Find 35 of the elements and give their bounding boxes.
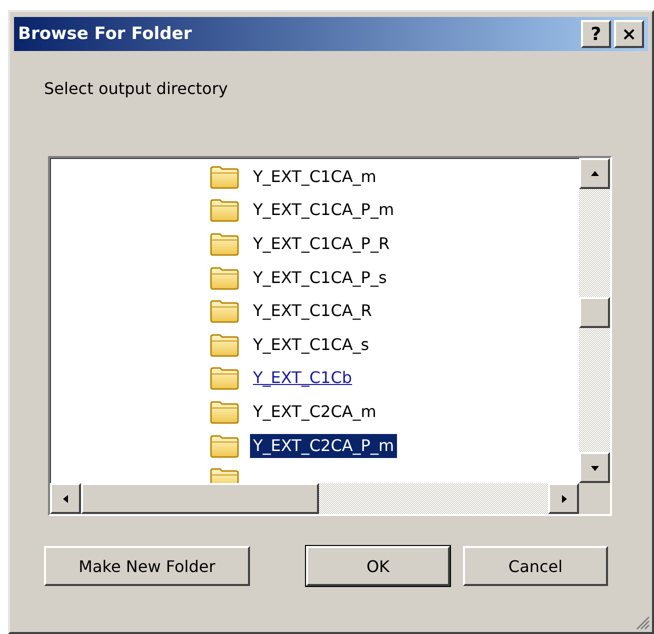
scroll-thumb[interactable] [579,297,610,328]
resize-grip-icon[interactable] [634,614,650,630]
scroll-thumb[interactable] [81,483,319,514]
folder-item[interactable]: Y_EXT_C1CA_m [250,164,380,189]
folder-icon [210,434,240,458]
scroll-up-button[interactable] [579,158,610,189]
vertical-scrollbar[interactable] [579,158,610,483]
folder-item[interactable]: Y_EXT_C2CA_P_m [250,434,398,458]
folder-item[interactable]: Y_EXT_C1CA_P_s [250,266,390,290]
dialog-button[interactable]: OK [306,546,450,586]
scroll-down-button[interactable] [579,452,610,483]
dialog-button[interactable]: Cancel [463,546,608,586]
scroll-left-button[interactable] [50,483,81,514]
folder-icon [210,299,240,324]
folder-item[interactable]: Y_EXT_C2CA_m [250,400,380,424]
scrollbar-corner [579,483,610,514]
folder-item[interactable]: Y_EXT_C1CA_P_R [250,232,393,256]
folder-item[interactable]: Y_EXT_C1Cb [250,366,356,390]
dialog-button[interactable]: Make New Folder [44,546,250,586]
folder-item[interactable]: Y_EXT_C1CA_s [250,332,372,357]
folder-icon [210,332,240,357]
folder-icon [210,366,240,390]
folder-icon [210,198,240,222]
horizontal-scrollbar[interactable] [50,483,579,514]
close-button[interactable]: × [614,20,644,48]
prompt-text: Select output directory [44,79,228,98]
scroll-right-button[interactable] [548,483,579,514]
folder-item[interactable]: Y_EXT_C1CA_R [250,299,375,324]
folder-icon [210,400,240,424]
folder-icon [210,164,240,189]
folder-icon [210,266,240,290]
folder-icon [210,232,240,256]
folder-item[interactable]: Y_EXT_C1CA_P_m [250,198,398,222]
help-button[interactable]: ? [581,20,611,48]
window-title: Browse For Folder [18,24,193,44]
